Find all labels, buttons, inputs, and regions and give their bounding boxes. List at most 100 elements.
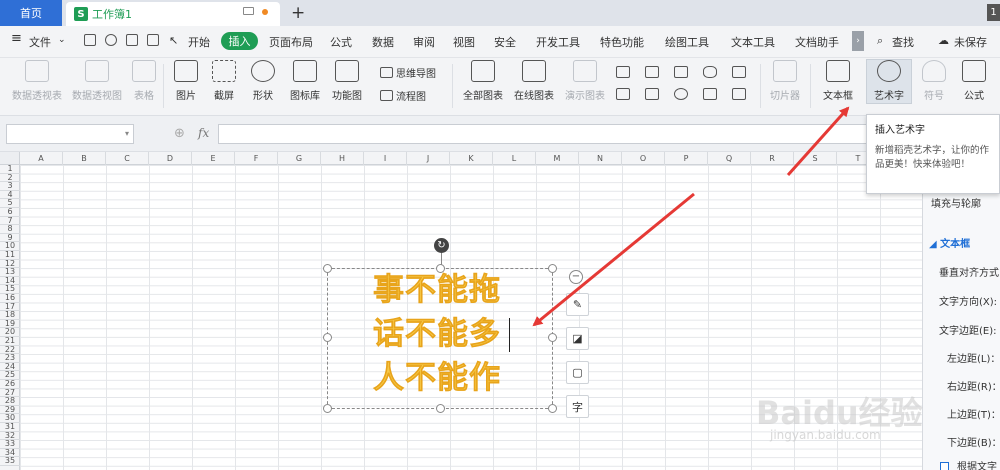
menu-view[interactable]: 视图 — [453, 34, 475, 50]
formula-input[interactable] — [218, 124, 918, 144]
undo-arrow-icon[interactable]: ↖ — [169, 34, 178, 47]
menu-security[interactable]: 安全 — [494, 34, 516, 50]
save-icon[interactable] — [84, 34, 96, 46]
art-text-line-2[interactable]: 话不能多 — [373, 316, 501, 353]
save-status[interactable]: 未保存 — [954, 34, 987, 50]
name-box[interactable]: ▾ — [6, 124, 134, 144]
menu-search[interactable]: 查找 — [892, 34, 914, 50]
column-header[interactable]: E — [192, 152, 235, 165]
autofit-checkbox[interactable] — [940, 462, 949, 470]
bar-chart-h-icon[interactable] — [645, 66, 659, 78]
resize-handle[interactable] — [548, 333, 557, 342]
stock-chart-icon[interactable] — [732, 66, 746, 78]
menu-start[interactable]: 开始 — [188, 34, 210, 50]
screenshot-button[interactable]: 截屏 — [210, 60, 238, 102]
line-chart-icon[interactable] — [674, 66, 688, 78]
pivot-chart-button[interactable]: 数据透视图 — [70, 60, 124, 102]
menu-doc-assistant[interactable]: 文档助手 — [795, 34, 839, 50]
menu-file[interactable]: 文件 — [29, 34, 51, 50]
pie-chart-icon[interactable] — [674, 88, 688, 100]
rotate-handle-icon[interactable]: ↻ — [434, 238, 449, 253]
cloud-icon[interactable]: ☁ — [938, 34, 949, 47]
scatter-chart-icon[interactable] — [703, 88, 717, 100]
picture-button[interactable]: 图片 — [172, 60, 200, 102]
column-header[interactable]: O — [622, 152, 665, 165]
combo-chart-icon[interactable] — [645, 88, 659, 100]
column-header[interactable]: R — [751, 152, 794, 165]
resize-handle[interactable] — [436, 404, 445, 413]
print-icon[interactable] — [126, 34, 138, 46]
screen-icon[interactable] — [243, 7, 254, 15]
tab-home[interactable]: 首页 — [0, 0, 62, 26]
row-header[interactable]: 35 — [0, 457, 20, 466]
symbol-button[interactable]: 符号 — [920, 60, 948, 102]
menu-page-layout[interactable]: 页面布局 — [269, 34, 313, 50]
art-text-button[interactable]: 艺术字 — [867, 60, 911, 102]
menu-text-tools[interactable]: 文本工具 — [731, 34, 775, 50]
column-header[interactable]: Q — [708, 152, 751, 165]
column-header[interactable]: A — [20, 152, 63, 165]
column-header[interactable]: S — [794, 152, 837, 165]
table-button[interactable]: 表格 — [131, 60, 157, 102]
search-icon[interactable]: ⌕ — [877, 34, 883, 48]
print-preview-icon[interactable] — [147, 34, 159, 46]
resize-handle[interactable] — [548, 404, 557, 413]
function-chart-button[interactable]: 功能图 — [331, 60, 363, 102]
column-header[interactable]: J — [407, 152, 450, 165]
resize-handle[interactable] — [323, 404, 332, 413]
fx-label[interactable]: fx — [198, 126, 209, 140]
fill-bucket-icon[interactable]: ◪ — [566, 327, 589, 350]
column-chart-icon[interactable] — [616, 66, 630, 78]
all-charts-button[interactable]: 全部图表 — [462, 60, 504, 102]
file-chevron-icon[interactable]: ⌄ — [58, 35, 66, 45]
column-header[interactable]: M — [536, 152, 579, 165]
column-header[interactable]: F — [235, 152, 278, 165]
text-wrap-button[interactable]: 字 — [566, 395, 589, 418]
flow-chart-button[interactable]: 流程图 — [380, 88, 426, 103]
pivot-table-button[interactable]: 数据透视表 — [10, 60, 64, 102]
more-charts-icon[interactable] — [732, 88, 746, 100]
area-chart-icon[interactable] — [616, 88, 630, 100]
column-header[interactable]: I — [364, 152, 407, 165]
art-text-line-3[interactable]: 人不能作 — [373, 360, 501, 397]
menu-review[interactable]: 审阅 — [413, 34, 435, 50]
art-text-line-1[interactable]: 事不能拖 — [373, 272, 501, 309]
radar-chart-icon[interactable] — [703, 66, 717, 78]
column-header[interactable]: N — [579, 152, 622, 165]
pane-fill-outline[interactable]: 填充与轮廓 — [931, 195, 981, 210]
outline-frame-icon[interactable]: ▢ — [566, 361, 589, 384]
column-header[interactable]: H — [321, 152, 364, 165]
column-header[interactable]: G — [278, 152, 321, 165]
menu-drawing-tools[interactable]: 绘图工具 — [665, 34, 709, 50]
icon-library-button[interactable]: 图标库 — [290, 60, 320, 102]
zoom-icon[interactable]: ⊕ — [174, 126, 185, 141]
export-icon[interactable] — [105, 34, 117, 46]
resize-handle[interactable] — [323, 264, 332, 273]
column-header[interactable]: P — [665, 152, 708, 165]
textbox-button[interactable]: 文本框 — [818, 60, 858, 102]
column-header[interactable]: L — [493, 152, 536, 165]
mind-map-button[interactable]: 思维导图 — [380, 65, 436, 80]
menu-data[interactable]: 数据 — [372, 34, 394, 50]
edit-pen-icon[interactable]: ✎ — [566, 293, 589, 316]
menu-formulas[interactable]: 公式 — [330, 34, 352, 50]
resize-handle[interactable] — [548, 264, 557, 273]
shape-button[interactable]: 形状 — [249, 60, 277, 102]
formula-button[interactable]: 公式 — [956, 60, 992, 102]
new-tab-button[interactable]: + — [291, 3, 305, 23]
online-chart-button[interactable]: 在线图表 — [513, 60, 555, 102]
menu-insert[interactable]: 插入 — [221, 32, 258, 50]
collapse-toolbar-icon[interactable]: − — [569, 270, 583, 284]
column-header[interactable]: B — [63, 152, 106, 165]
hamburger-icon[interactable]: ≡ — [11, 31, 22, 46]
demo-chart-button[interactable]: 演示图表 — [564, 60, 606, 102]
slicer-button[interactable]: 切片器 — [767, 60, 803, 102]
column-header[interactable]: D — [149, 152, 192, 165]
pane-textbox-section[interactable]: ◢ 文本框 — [929, 235, 970, 250]
menu-special-features[interactable]: 特色功能 — [600, 34, 644, 50]
menu-developer[interactable]: 开发工具 — [536, 34, 580, 50]
column-header[interactable]: K — [450, 152, 493, 165]
column-header[interactable]: C — [106, 152, 149, 165]
resize-handle[interactable] — [323, 333, 332, 342]
menu-scroll-right-icon[interactable]: › — [852, 31, 864, 51]
